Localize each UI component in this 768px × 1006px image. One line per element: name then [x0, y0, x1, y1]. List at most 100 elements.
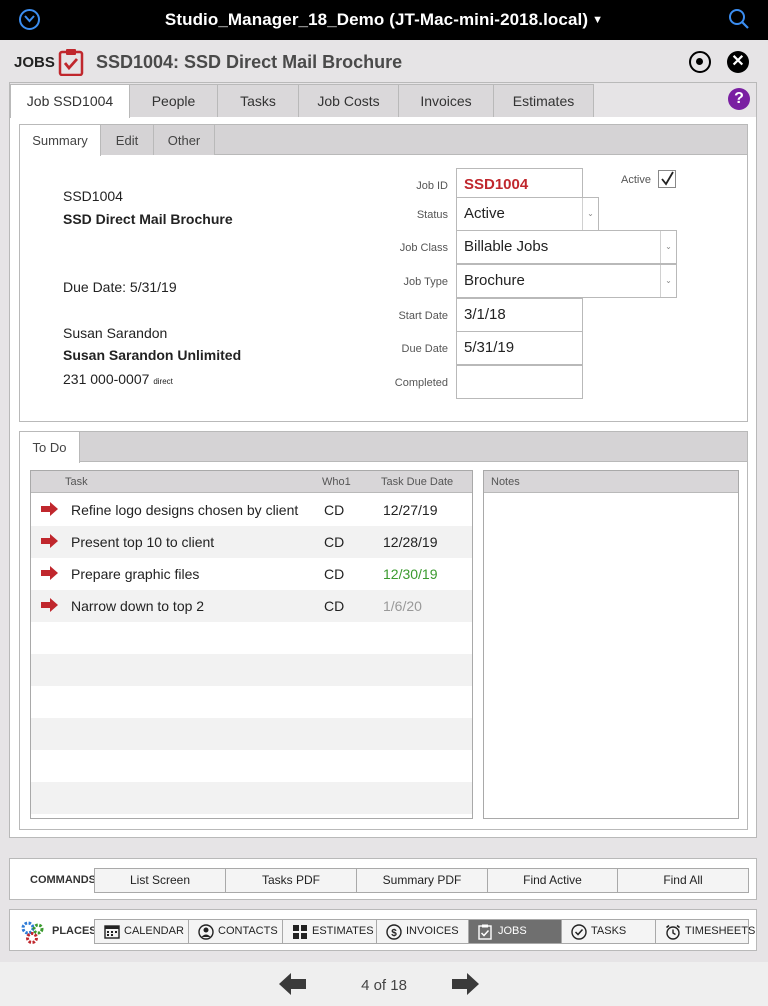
job-name: SSD Direct Mail Brochure: [63, 211, 233, 227]
tab-people[interactable]: People: [129, 84, 218, 117]
place-estimates-button[interactable]: ESTIMATES: [282, 919, 377, 944]
status-select[interactable]: Active ⌄: [456, 197, 599, 231]
places-bar: PLACES: CALENDAR CONTACTS ESTIMATES $ INVOIC…: [9, 909, 757, 951]
place-label: CALENDAR: [124, 925, 184, 937]
record-title: SSD1004: SSD Direct Mail Brochure: [96, 52, 403, 72]
job-type-label: Job Type: [403, 276, 448, 288]
place-label: TASKS: [591, 925, 627, 937]
todo-panel: To Do Task Who1 Task Due Date Refine log…: [19, 431, 748, 830]
alarm-clock-icon: [665, 924, 681, 949]
record-icon[interactable]: [689, 51, 711, 73]
arrow-right-icon[interactable]: [40, 501, 58, 522]
check-circle-icon: [571, 924, 587, 949]
list-screen-button[interactable]: List Screen: [94, 868, 226, 893]
commands-label: COMMANDS:: [30, 874, 100, 886]
caret-down-icon: ▼: [592, 14, 604, 26]
table-row[interactable]: Prepare graphic files CD 12/30/19: [31, 558, 472, 590]
close-icon[interactable]: ✕: [727, 51, 749, 73]
job-type-value: Brochure: [464, 272, 525, 289]
tab-invoices[interactable]: Invoices: [398, 84, 494, 117]
tab-bar: Job SSD1004 People Tasks Job Costs Invoi…: [10, 83, 756, 118]
place-invoices-button[interactable]: $ INVOICES: [376, 919, 469, 944]
help-icon[interactable]: ?: [728, 88, 750, 110]
place-label: TIMESHEETS: [685, 925, 756, 937]
task-who: CD: [324, 566, 345, 582]
place-contacts-button[interactable]: CONTACTS: [188, 919, 283, 944]
place-tasks-button[interactable]: TASKS: [561, 919, 656, 944]
active-label: Active: [621, 174, 651, 186]
phone-line: 231 000-0007 direct: [63, 371, 173, 387]
empty-row: [31, 654, 472, 686]
table-row[interactable]: Narrow down to top 2 CD 1/6/20: [31, 590, 472, 622]
task-name: Refine logo designs chosen by client: [71, 502, 299, 518]
subtab-summary[interactable]: Summary: [20, 125, 101, 156]
window-title[interactable]: Studio_Manager_18_Demo (JT-Mac-mini-2018…: [0, 10, 768, 30]
title-bar: Studio_Manager_18_Demo (JT-Mac-mini-2018…: [0, 0, 768, 40]
gears-icon: [20, 919, 46, 950]
tab-tasks[interactable]: Tasks: [217, 84, 299, 117]
place-label: JOBS: [498, 925, 527, 937]
search-icon[interactable]: [728, 8, 750, 35]
task-portal[interactable]: Task Who1 Task Due Date Refine logo desi…: [30, 470, 473, 819]
tab-job-costs[interactable]: Job Costs: [298, 84, 399, 117]
due-date-label: Due Date: [401, 343, 448, 355]
dollar-icon: $: [386, 924, 402, 949]
tab-estimates[interactable]: Estimates: [493, 84, 594, 117]
calendar-icon: [104, 924, 120, 948]
notes-panel[interactable]: Notes: [483, 470, 739, 819]
task-due-date: 12/28/19: [383, 534, 438, 550]
notes-header: Notes: [484, 471, 738, 493]
task-who: CD: [324, 534, 345, 550]
table-row[interactable]: Present top 10 to client CD 12/28/19: [31, 526, 472, 558]
arrow-right-icon[interactable]: [40, 533, 58, 554]
task-name: Present top 10 to client: [71, 534, 215, 550]
job-class-value: Billable Jobs: [464, 238, 549, 255]
task-portal-header: Task Who1 Task Due Date: [31, 471, 472, 493]
arrow-right-icon[interactable]: [451, 973, 479, 1000]
task-due-date: 12/27/19: [383, 502, 438, 518]
contact-icon: [198, 924, 214, 949]
phone-number: 231 000-0007: [63, 371, 150, 387]
completed-field[interactable]: [456, 365, 583, 399]
place-label: INVOICES: [406, 925, 459, 937]
find-all-button[interactable]: Find All: [617, 868, 749, 893]
task-due-date: 12/30/19: [383, 566, 438, 582]
start-date-label: Start Date: [398, 310, 448, 322]
job-id-label: Job ID: [416, 180, 448, 192]
task-name: Prepare graphic files: [71, 566, 200, 582]
subtab-other[interactable]: Other: [154, 125, 215, 155]
status-value: Active: [464, 205, 505, 222]
chevron-down-icon: ⌄: [660, 231, 676, 263]
status-label: Status: [416, 209, 448, 221]
main-panel: Job SSD1004 People Tasks Job Costs Invoi…: [9, 82, 757, 838]
find-active-button[interactable]: Find Active: [487, 868, 618, 893]
place-label: ESTIMATES: [312, 925, 374, 937]
column-due-date: Task Due Date: [381, 476, 454, 488]
company-name: Susan Sarandon Unlimited: [63, 347, 242, 363]
subtab-bar: Summary Edit Other: [20, 125, 747, 156]
task-who: CD: [324, 502, 345, 518]
active-checkbox[interactable]: [658, 170, 676, 188]
job-class-select[interactable]: Billable Jobs ⌄: [456, 230, 677, 264]
column-who: Who1: [322, 476, 351, 488]
arrow-right-icon[interactable]: [40, 565, 58, 586]
place-label: CONTACTS: [218, 925, 278, 937]
summary-pdf-button[interactable]: Summary PDF: [356, 868, 488, 893]
job-type-select[interactable]: Brochure ⌄: [456, 264, 677, 298]
subtab-edit[interactable]: Edit: [101, 125, 154, 155]
tab-job[interactable]: Job SSD1004: [10, 84, 130, 118]
tasks-pdf-button[interactable]: Tasks PDF: [225, 868, 357, 893]
tab-todo[interactable]: To Do: [20, 432, 80, 463]
place-jobs-button[interactable]: JOBS: [468, 919, 562, 944]
start-date-field[interactable]: 3/1/18: [456, 298, 583, 332]
chevron-down-icon: ⌄: [660, 265, 676, 297]
checkmark-icon: [661, 171, 674, 186]
column-task: Task: [65, 476, 88, 488]
arrow-right-icon[interactable]: [40, 597, 58, 618]
place-calendar-button[interactable]: CALENDAR: [94, 919, 189, 944]
due-date-field[interactable]: 5/31/19: [456, 331, 583, 365]
contact-name: Susan Sarandon: [63, 325, 168, 341]
table-row[interactable]: Refine logo designs chosen by client CD 12…: [31, 494, 472, 526]
place-timesheets-button[interactable]: TIMESHEETS: [655, 919, 755, 944]
empty-row: [31, 782, 472, 814]
